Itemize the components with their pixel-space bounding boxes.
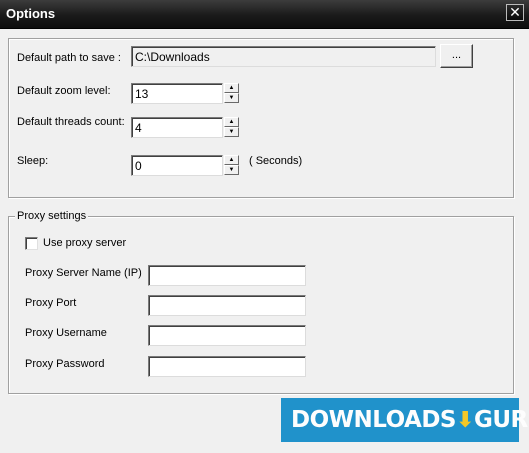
threads-spinner: ▲ ▼ bbox=[224, 117, 239, 138]
spin-down-icon[interactable]: ▼ bbox=[224, 127, 239, 137]
proxy-port-label: Proxy Port bbox=[25, 297, 77, 309]
zoom-label: Default zoom level: bbox=[17, 85, 111, 97]
dialog-body: Default path to save : ... Default zoom … bbox=[2, 29, 527, 451]
proxy-server-input[interactable] bbox=[148, 265, 306, 286]
sleep-input[interactable] bbox=[131, 155, 223, 176]
proxy-settings-legend: Proxy settings bbox=[15, 210, 89, 222]
proxy-password-label: Proxy Password bbox=[25, 358, 105, 370]
close-button[interactable]: ✕ bbox=[506, 4, 524, 21]
spin-up-icon[interactable]: ▲ bbox=[224, 83, 239, 93]
sleep-unit: ( Seconds) bbox=[249, 155, 303, 167]
sleep-spinner: ▲ ▼ bbox=[224, 155, 239, 176]
path-label: Default path to save : bbox=[17, 52, 121, 64]
title-bar: Options ✕ bbox=[0, 0, 529, 29]
proxy-username-input[interactable] bbox=[148, 325, 306, 346]
browse-button[interactable]: ... bbox=[440, 44, 473, 68]
proxy-username-label: Proxy Username bbox=[25, 327, 107, 339]
proxy-settings-group: Proxy settings Use proxy server Proxy Se… bbox=[8, 210, 514, 394]
use-proxy-label: Use proxy server bbox=[43, 237, 127, 249]
watermark-text-right: GURU bbox=[473, 407, 529, 433]
use-proxy-checkbox[interactable] bbox=[25, 237, 38, 250]
threads-label: Default threads count: bbox=[17, 116, 125, 128]
spin-down-icon[interactable]: ▼ bbox=[224, 165, 239, 175]
proxy-port-input[interactable] bbox=[148, 295, 306, 316]
threads-input[interactable] bbox=[131, 117, 223, 138]
spin-up-icon[interactable]: ▲ bbox=[224, 117, 239, 127]
download-arrow-icon: ⬇ bbox=[456, 408, 474, 433]
zoom-input[interactable] bbox=[131, 83, 223, 104]
watermark-logo: DOWNLOADS⬇GURU bbox=[281, 398, 529, 442]
watermark-text-left: DOWNLOADS bbox=[291, 407, 457, 433]
path-input[interactable] bbox=[131, 46, 436, 67]
window-title: Options bbox=[6, 6, 56, 21]
general-settings-group: Default path to save : ... Default zoom … bbox=[8, 38, 514, 198]
spin-up-icon[interactable]: ▲ bbox=[224, 155, 239, 165]
proxy-server-label: Proxy Server Name (IP) bbox=[25, 267, 142, 279]
sleep-label: Sleep: bbox=[17, 155, 49, 167]
spin-down-icon[interactable]: ▼ bbox=[224, 93, 239, 103]
zoom-spinner: ▲ ▼ bbox=[224, 83, 239, 104]
close-icon: ✕ bbox=[509, 4, 521, 20]
proxy-password-input[interactable] bbox=[148, 356, 306, 377]
